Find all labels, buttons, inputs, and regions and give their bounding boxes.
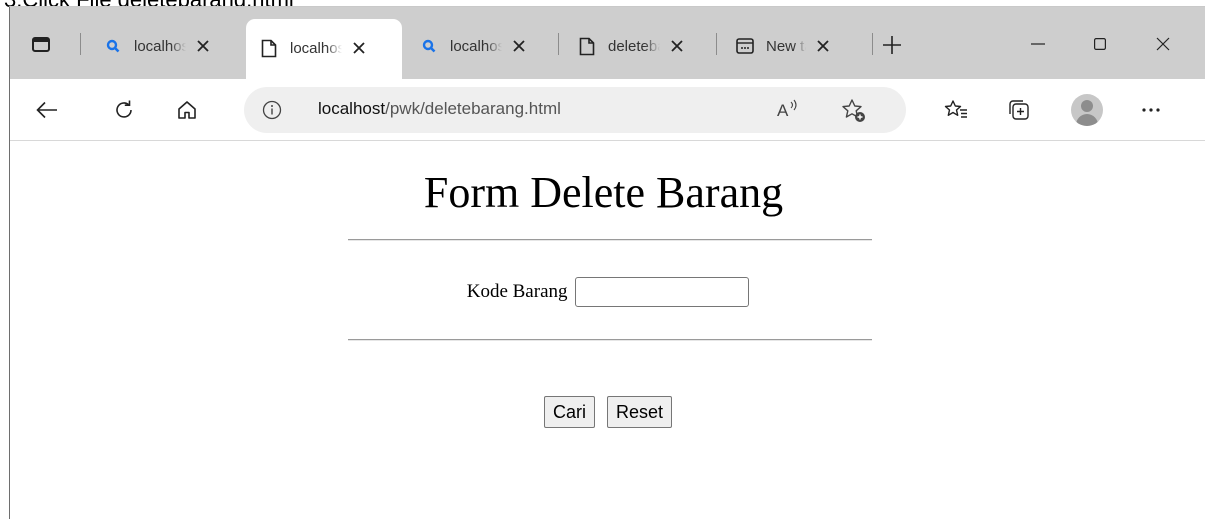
divider-top [348, 239, 872, 241]
tab-label: localhost [134, 37, 186, 55]
minimize-icon [1031, 43, 1045, 45]
kode-barang-row: Kode Barang [10, 277, 1205, 307]
tab-strip: localhost localhost localhost [10, 7, 1205, 79]
tab-new-tab[interactable]: New tab [722, 21, 872, 71]
tab-deletebarang[interactable]: deletebarang [564, 21, 714, 71]
close-icon[interactable] [348, 37, 370, 59]
maximize-icon [1094, 38, 1106, 50]
tab-label: localhost [290, 39, 342, 57]
close-icon[interactable] [812, 35, 834, 57]
kode-barang-label: Kode Barang [466, 281, 568, 302]
page-title: Form Delete Barang [423, 168, 784, 217]
newtab-page-icon [736, 37, 754, 55]
new-tab-button[interactable] [880, 33, 904, 57]
close-window-button[interactable] [1140, 29, 1186, 59]
back-button[interactable] [30, 93, 64, 127]
arrow-left-icon [36, 101, 57, 119]
info-icon[interactable] [262, 100, 282, 120]
page-icon [578, 37, 596, 55]
page-content: Form Delete Barang Kode Barang Cari Rese… [10, 141, 1205, 519]
tab-label: deletebarang [608, 37, 660, 55]
tab-actions-button[interactable] [24, 29, 58, 59]
tab-separator [872, 33, 873, 55]
plus-icon [883, 36, 901, 54]
page-icon [260, 39, 278, 57]
svg-text:A: A [777, 101, 789, 120]
divider-bottom [348, 339, 872, 341]
tab-separator [558, 33, 559, 55]
home-button[interactable] [170, 93, 204, 127]
tab-label: New tab [766, 37, 806, 55]
form-buttons: Cari Reset [10, 396, 1205, 428]
close-icon[interactable] [508, 35, 530, 57]
maximize-button[interactable] [1077, 29, 1123, 59]
tab-separator [80, 33, 81, 55]
search-icon [420, 37, 438, 55]
tab-separator [716, 33, 717, 55]
close-window-icon [1156, 37, 1170, 51]
tab-localhost-active[interactable]: localhost [246, 19, 402, 79]
favorites-button[interactable] [939, 93, 973, 127]
kode-barang-input[interactable] [575, 277, 750, 307]
refresh-button[interactable] [107, 93, 141, 127]
cari-button[interactable]: Cari [543, 396, 595, 428]
tab-label: localhost [450, 37, 502, 55]
url-path: /pwk/deletebarang.html [385, 99, 561, 118]
browser-toolbar: localhost/pwk/deletebarang.html A [10, 79, 1205, 141]
minimize-button[interactable] [1015, 29, 1061, 59]
tab-actions-icon [32, 36, 50, 52]
home-icon [178, 101, 196, 119]
address-bar[interactable]: localhost/pwk/deletebarang.html A [244, 87, 906, 133]
tab-localhost-3[interactable]: localhost [406, 21, 556, 71]
close-icon[interactable] [192, 35, 214, 57]
browser-window: localhost localhost localhost [9, 6, 1205, 519]
tab-localhost-1[interactable]: localhost [90, 21, 248, 71]
url-host: localhost [318, 99, 386, 118]
collections-icon [1009, 100, 1029, 120]
refresh-icon [116, 100, 132, 118]
more-icon [1142, 108, 1160, 112]
reset-button[interactable]: Reset [606, 396, 673, 428]
search-icon [104, 37, 122, 55]
url-text: localhost/pwk/deletebarang.html [318, 99, 561, 119]
favorites-icon [944, 100, 967, 118]
profile-avatar[interactable] [1071, 94, 1103, 126]
close-icon[interactable] [666, 35, 688, 57]
add-favorite-icon[interactable] [840, 97, 868, 125]
read-aloud-icon[interactable]: A [776, 97, 800, 121]
collections-button[interactable] [1002, 93, 1036, 127]
more-button[interactable] [1134, 93, 1168, 127]
